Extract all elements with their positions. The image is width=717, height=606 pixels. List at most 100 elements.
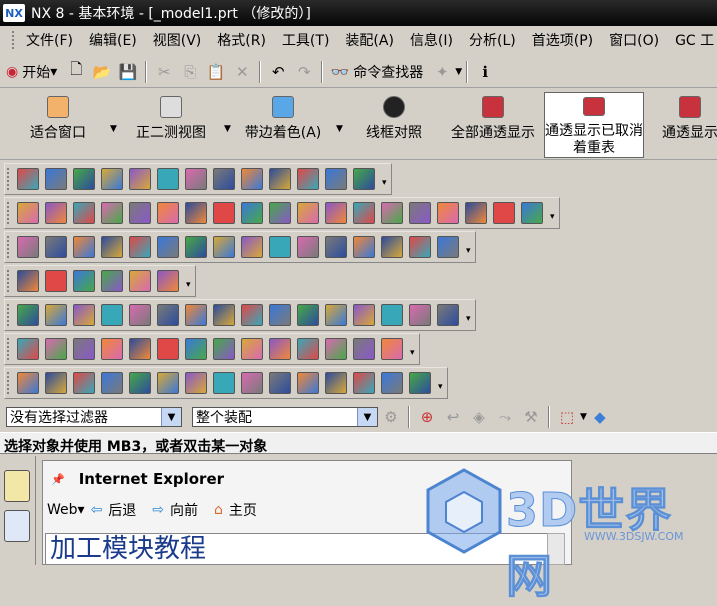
translucent-show-button[interactable]: 通透显示 [650, 92, 717, 158]
menu-analysis[interactable]: 分析(L) [461, 30, 524, 50]
trimetric-button[interactable]: 正二测视图 [124, 92, 218, 158]
tool-icon[interactable] [297, 202, 319, 224]
dropdown-arrow-icon[interactable]: ▾ [382, 178, 387, 188]
menu-gc[interactable]: GC 工 [667, 30, 717, 50]
tool-icon[interactable] [213, 168, 235, 190]
tool-icon[interactable] [213, 304, 235, 326]
tool-icon[interactable] [381, 304, 403, 326]
tool-icon[interactable] [353, 236, 375, 258]
tool-icon[interactable] [45, 236, 67, 258]
tool-icon[interactable] [269, 304, 291, 326]
tool-icon[interactable] [381, 372, 403, 394]
tool-icon[interactable] [129, 236, 151, 258]
tool-icon[interactable] [185, 236, 207, 258]
save-icon[interactable]: 💾 [117, 61, 139, 83]
tool-icon[interactable] [297, 372, 319, 394]
cube-icon[interactable]: ◆ [589, 406, 611, 428]
tool-icon[interactable] [353, 304, 375, 326]
menu-preferences[interactable]: 首选项(P) [524, 30, 601, 50]
tool-icon[interactable] [101, 304, 123, 326]
forward-arrow-icon[interactable]: ⇨ [152, 502, 164, 518]
home-icon[interactable]: ⌂ [214, 502, 223, 518]
dropdown-arrow-icon[interactable]: ▾ [466, 246, 471, 256]
tool-icon[interactable] [157, 168, 179, 190]
pin-icon[interactable]: 📌 [51, 473, 65, 486]
tool-icon[interactable] [353, 168, 375, 190]
tool-icon[interactable] [73, 236, 95, 258]
tool-icon[interactable] [241, 372, 263, 394]
tool-icon[interactable] [45, 270, 67, 292]
tool-icon[interactable] [45, 338, 67, 360]
tool-icon[interactable] [241, 338, 263, 360]
tool-icon[interactable] [73, 338, 95, 360]
fit-window-button[interactable]: 适合窗口 [20, 92, 96, 158]
tool-icon[interactable] [101, 372, 123, 394]
dropdown-arrow-icon[interactable]: ▾ [186, 280, 191, 290]
tool-icon[interactable] [325, 168, 347, 190]
home-button[interactable]: 主页 [229, 500, 257, 520]
dropdown-arrow-icon[interactable]: ▼ [580, 412, 587, 422]
open-icon[interactable]: 📂 [91, 61, 113, 83]
tool-icon[interactable] [73, 168, 95, 190]
tool-icon[interactable] [157, 304, 179, 326]
assembly-navigator-icon[interactable] [4, 470, 30, 502]
dropdown-arrow-icon[interactable]: ▼ [455, 67, 462, 77]
menu-information[interactable]: 信息(I) [402, 30, 461, 50]
dropdown-arrow-icon[interactable]: ▾ [550, 212, 555, 222]
tool-icon[interactable] [73, 304, 95, 326]
tool-icon[interactable] [101, 270, 123, 292]
tool-icon[interactable] [101, 236, 123, 258]
tool-icon[interactable] [73, 270, 95, 292]
rectangle-select-icon[interactable]: ⬚ [556, 406, 578, 428]
menu-window[interactable]: 窗口(O) [601, 30, 667, 50]
tool-icon[interactable] [269, 338, 291, 360]
tool-icon[interactable] [129, 168, 151, 190]
tool-icon[interactable] [297, 236, 319, 258]
tool-icon[interactable] [101, 338, 123, 360]
snap-point-icon[interactable]: ⊕ [416, 406, 438, 428]
wireframe-button[interactable]: 线框对照 [354, 92, 434, 158]
tool-icon[interactable] [325, 236, 347, 258]
tool-icon[interactable] [521, 202, 543, 224]
tool-icon[interactable] [213, 202, 235, 224]
tool-icon[interactable] [269, 372, 291, 394]
shaded-with-edges-button[interactable]: 带边着色(A) [236, 92, 330, 158]
tool-icon[interactable] [17, 372, 39, 394]
tool-icon[interactable] [409, 372, 431, 394]
tool-icon[interactable] [185, 372, 207, 394]
assembly-scope-combo[interactable]: 整个装配 ▼ [192, 407, 378, 427]
menu-format[interactable]: 格式(R) [209, 30, 274, 50]
tool-icon[interactable] [129, 202, 151, 224]
tool-icon[interactable] [409, 236, 431, 258]
tool-icon[interactable] [73, 372, 95, 394]
tool-icon[interactable] [241, 304, 263, 326]
chevron-down-icon[interactable]: ▼ [161, 408, 181, 426]
paste-icon[interactable]: 📋 [205, 61, 227, 83]
tool-icon[interactable] [297, 168, 319, 190]
tool-icon[interactable] [353, 338, 375, 360]
tool-icon[interactable] [381, 202, 403, 224]
tool-icon[interactable] [185, 304, 207, 326]
tool-icon[interactable] [325, 202, 347, 224]
start-button[interactable]: ◉ 开始 ▾ [0, 62, 63, 82]
dropdown-arrow-icon[interactable]: ▾ [466, 314, 471, 324]
command-finder-label[interactable]: 命令查找器 [353, 62, 423, 82]
tool-icon[interactable] [269, 168, 291, 190]
tool-icon[interactable] [241, 202, 263, 224]
tool-icon[interactable] [493, 202, 515, 224]
menu-view[interactable]: 视图(V) [145, 30, 210, 50]
back-arrow-icon[interactable]: ⇦ [91, 502, 103, 518]
touch-mode-icon[interactable]: ✦ [431, 61, 453, 83]
tool-icon[interactable] [157, 270, 179, 292]
tool-icon[interactable] [325, 338, 347, 360]
tool-icon[interactable] [185, 338, 207, 360]
tool-icon[interactable] [45, 372, 67, 394]
tool-icon[interactable] [157, 202, 179, 224]
web-menu[interactable]: Web▾ [47, 502, 85, 518]
tool-icon[interactable] [381, 236, 403, 258]
tool-icon[interactable] [353, 202, 375, 224]
tool-icon[interactable] [213, 372, 235, 394]
tool-icon[interactable] [437, 202, 459, 224]
delete-icon[interactable]: ✕ [231, 61, 253, 83]
cut-icon[interactable]: ✂ [153, 61, 175, 83]
